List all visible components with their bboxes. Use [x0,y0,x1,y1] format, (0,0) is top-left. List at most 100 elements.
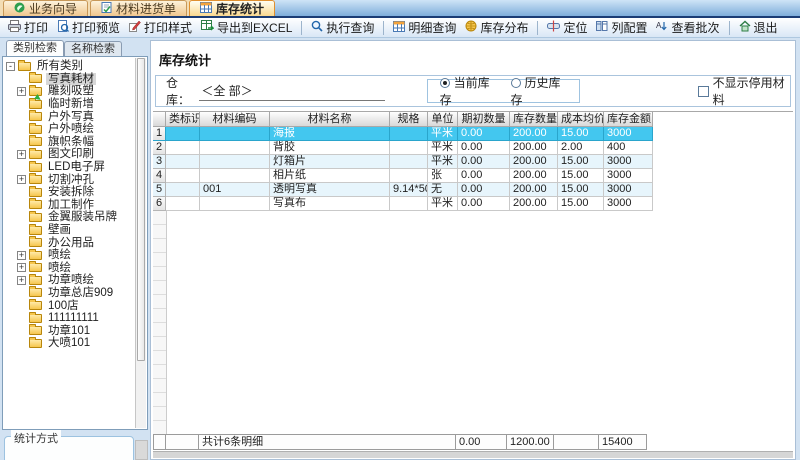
folder-icon [29,301,42,310]
document-tabstrip: 业务向导 材料进货单 库存统计 [0,0,800,18]
search-icon [311,20,323,35]
col-header[interactable]: 规格 [390,112,428,127]
locate-icon [547,20,560,35]
col-header[interactable]: 期初数量 [458,112,510,127]
inventory-mode-group: 当前库存 历史库存 [427,79,581,103]
grid-empty-area [153,211,793,434]
tree-item[interactable]: +图文印刷 [6,148,135,161]
view-batch-button[interactable]: A 查看批次 [652,18,723,37]
tree-root[interactable]: - 所有类别 [6,60,135,73]
print-button[interactable]: 打印 [4,18,52,37]
table-row[interactable]: 2 背胶 平米 0.00 200.00 2.00 400 [153,141,793,155]
tree-item[interactable]: 加工制作 [6,199,135,212]
run-query-button[interactable]: 执行查询 [307,18,378,37]
col-header[interactable]: 材料名称 [270,112,390,127]
folder-icon [18,62,31,71]
tree-item[interactable]: +功章喷绘 [6,274,135,287]
col-header[interactable]: 成本均价 [558,112,604,127]
tree-item[interactable]: 功章101 [6,324,135,337]
stats-method-group: 统计方式 [4,436,134,460]
expand-icon[interactable]: + [17,175,26,184]
tab-business-wizard[interactable]: 业务向导 [3,0,88,16]
tree-item[interactable]: 办公用品 [6,236,135,249]
col-header[interactable]: 材料编码 [200,112,270,127]
toolbar-separator [301,21,302,35]
tree-item[interactable]: 100店 [6,299,135,312]
table-row[interactable]: 1 海报 平米 0.00 200.00 15.00 3000 [153,127,793,141]
radio-history-inventory[interactable]: 历史库存 [511,74,568,108]
folder-icon [29,74,42,83]
radio-off-icon [511,78,521,88]
table-row[interactable]: 6 写真布 平米 0.00 200.00 15.00 3000 [153,197,793,211]
tree-item[interactable]: 壁画 [6,224,135,237]
warehouse-select[interactable]: ＜全 部＞ [199,82,384,101]
folder-icon [29,288,42,297]
tree-item[interactable]: LED电子屏 [6,161,135,174]
col-header[interactable]: 库存金额 [604,112,653,127]
tree-item[interactable]: +雕刻吸塑 [6,85,135,98]
folder-icon [29,125,42,134]
tree-item[interactable]: 户外喷绘 [6,123,135,136]
tab-name-search[interactable]: 名称检索 [64,41,122,56]
tree-item[interactable]: +喷绘 [6,249,135,262]
purchase-list-icon [101,2,112,16]
folder-icon [29,226,42,235]
tree-item[interactable]: 111111111 [6,312,135,325]
column-config-button[interactable]: 列配置 [592,18,651,37]
tree-scrollbar[interactable] [135,58,146,428]
svg-text:A: A [656,21,662,30]
col-header[interactable]: 类标识 [166,112,200,127]
expand-icon[interactable]: + [17,87,26,96]
tree-item[interactable]: 功章总店909 [6,287,135,300]
folder-icon [29,213,42,222]
radio-current-inventory[interactable]: 当前库存 [440,74,497,108]
grid-header-row: 类标识 材料编码 材料名称 规格 单位 期初数量 库存数量 成本均价 库存金额 [153,112,793,127]
collapse-icon[interactable]: - [6,62,15,71]
scrollbar-thumb[interactable] [137,58,145,361]
column-config-icon [596,20,608,35]
tree-item[interactable]: 写真耗材 [6,73,135,86]
inventory-distribution-button[interactable]: 库存分布 [461,18,532,37]
tree-item[interactable]: +切割冲孔 [6,173,135,186]
folder-icon [29,112,42,121]
col-header[interactable]: 库存数量 [510,112,558,127]
export-excel-button[interactable]: 导出到EXCEL [197,18,296,37]
resize-corner [135,440,148,460]
tree-item[interactable]: 临时新增 [6,98,135,111]
table-row[interactable]: 5 001 透明写真 9.14*50 无 0.00 200.00 15.00 3… [153,183,793,197]
tab-material-purchase[interactable]: 材料进货单 [90,0,187,16]
hide-disabled-checkbox[interactable]: 不显示停用材料 [698,74,790,108]
folder-icon [29,175,42,184]
print-preview-button[interactable]: 打印预览 [53,18,124,37]
table-row[interactable]: 3 灯箱片 平米 0.00 200.00 15.00 3000 [153,155,793,169]
horizontal-scrollbar[interactable] [153,451,793,458]
summary-amount-total: 15400 [598,434,647,450]
tab-category-search[interactable]: 类别检索 [6,40,64,56]
tree-item[interactable]: 户外写真 [6,110,135,123]
summary-cost-total [553,434,599,450]
expand-icon[interactable]: + [17,150,26,159]
summary-row: 共计6条明细 0.00 1200.00 15400 [153,434,793,450]
sidebar-tabs: 类别检索 名称检索 [2,40,148,56]
sort-az-icon: A [656,20,668,35]
expand-icon[interactable]: + [17,251,26,260]
exit-button[interactable]: 退出 [735,18,782,37]
locate-button[interactable]: 定位 [543,18,591,37]
print-style-button[interactable]: 打印样式 [125,18,196,37]
expand-icon[interactable]: + [17,263,26,272]
detail-table-icon [393,21,405,35]
folder-icon [29,200,42,209]
col-header[interactable]: 单位 [428,112,458,127]
summary-label: 共计6条明细 [198,434,456,450]
tree-item[interactable]: +喷绘 [6,262,135,275]
folder-icon [29,326,42,335]
table-row[interactable]: 4 相片纸 张 0.00 200.00 15.00 3000 [153,169,793,183]
warehouse-label: 仓库： [166,74,199,108]
tree-item[interactable]: 安装拆除 [6,186,135,199]
tab-inventory-stats[interactable]: 库存统计 [189,0,275,16]
expand-icon[interactable]: + [17,276,26,285]
detail-query-button[interactable]: 明细查询 [389,18,460,37]
tree-item[interactable]: 旗帜条幅 [6,136,135,149]
tree-item[interactable]: 大喷101 [6,337,135,350]
tree-item[interactable]: 金翼服装吊牌 [6,211,135,224]
